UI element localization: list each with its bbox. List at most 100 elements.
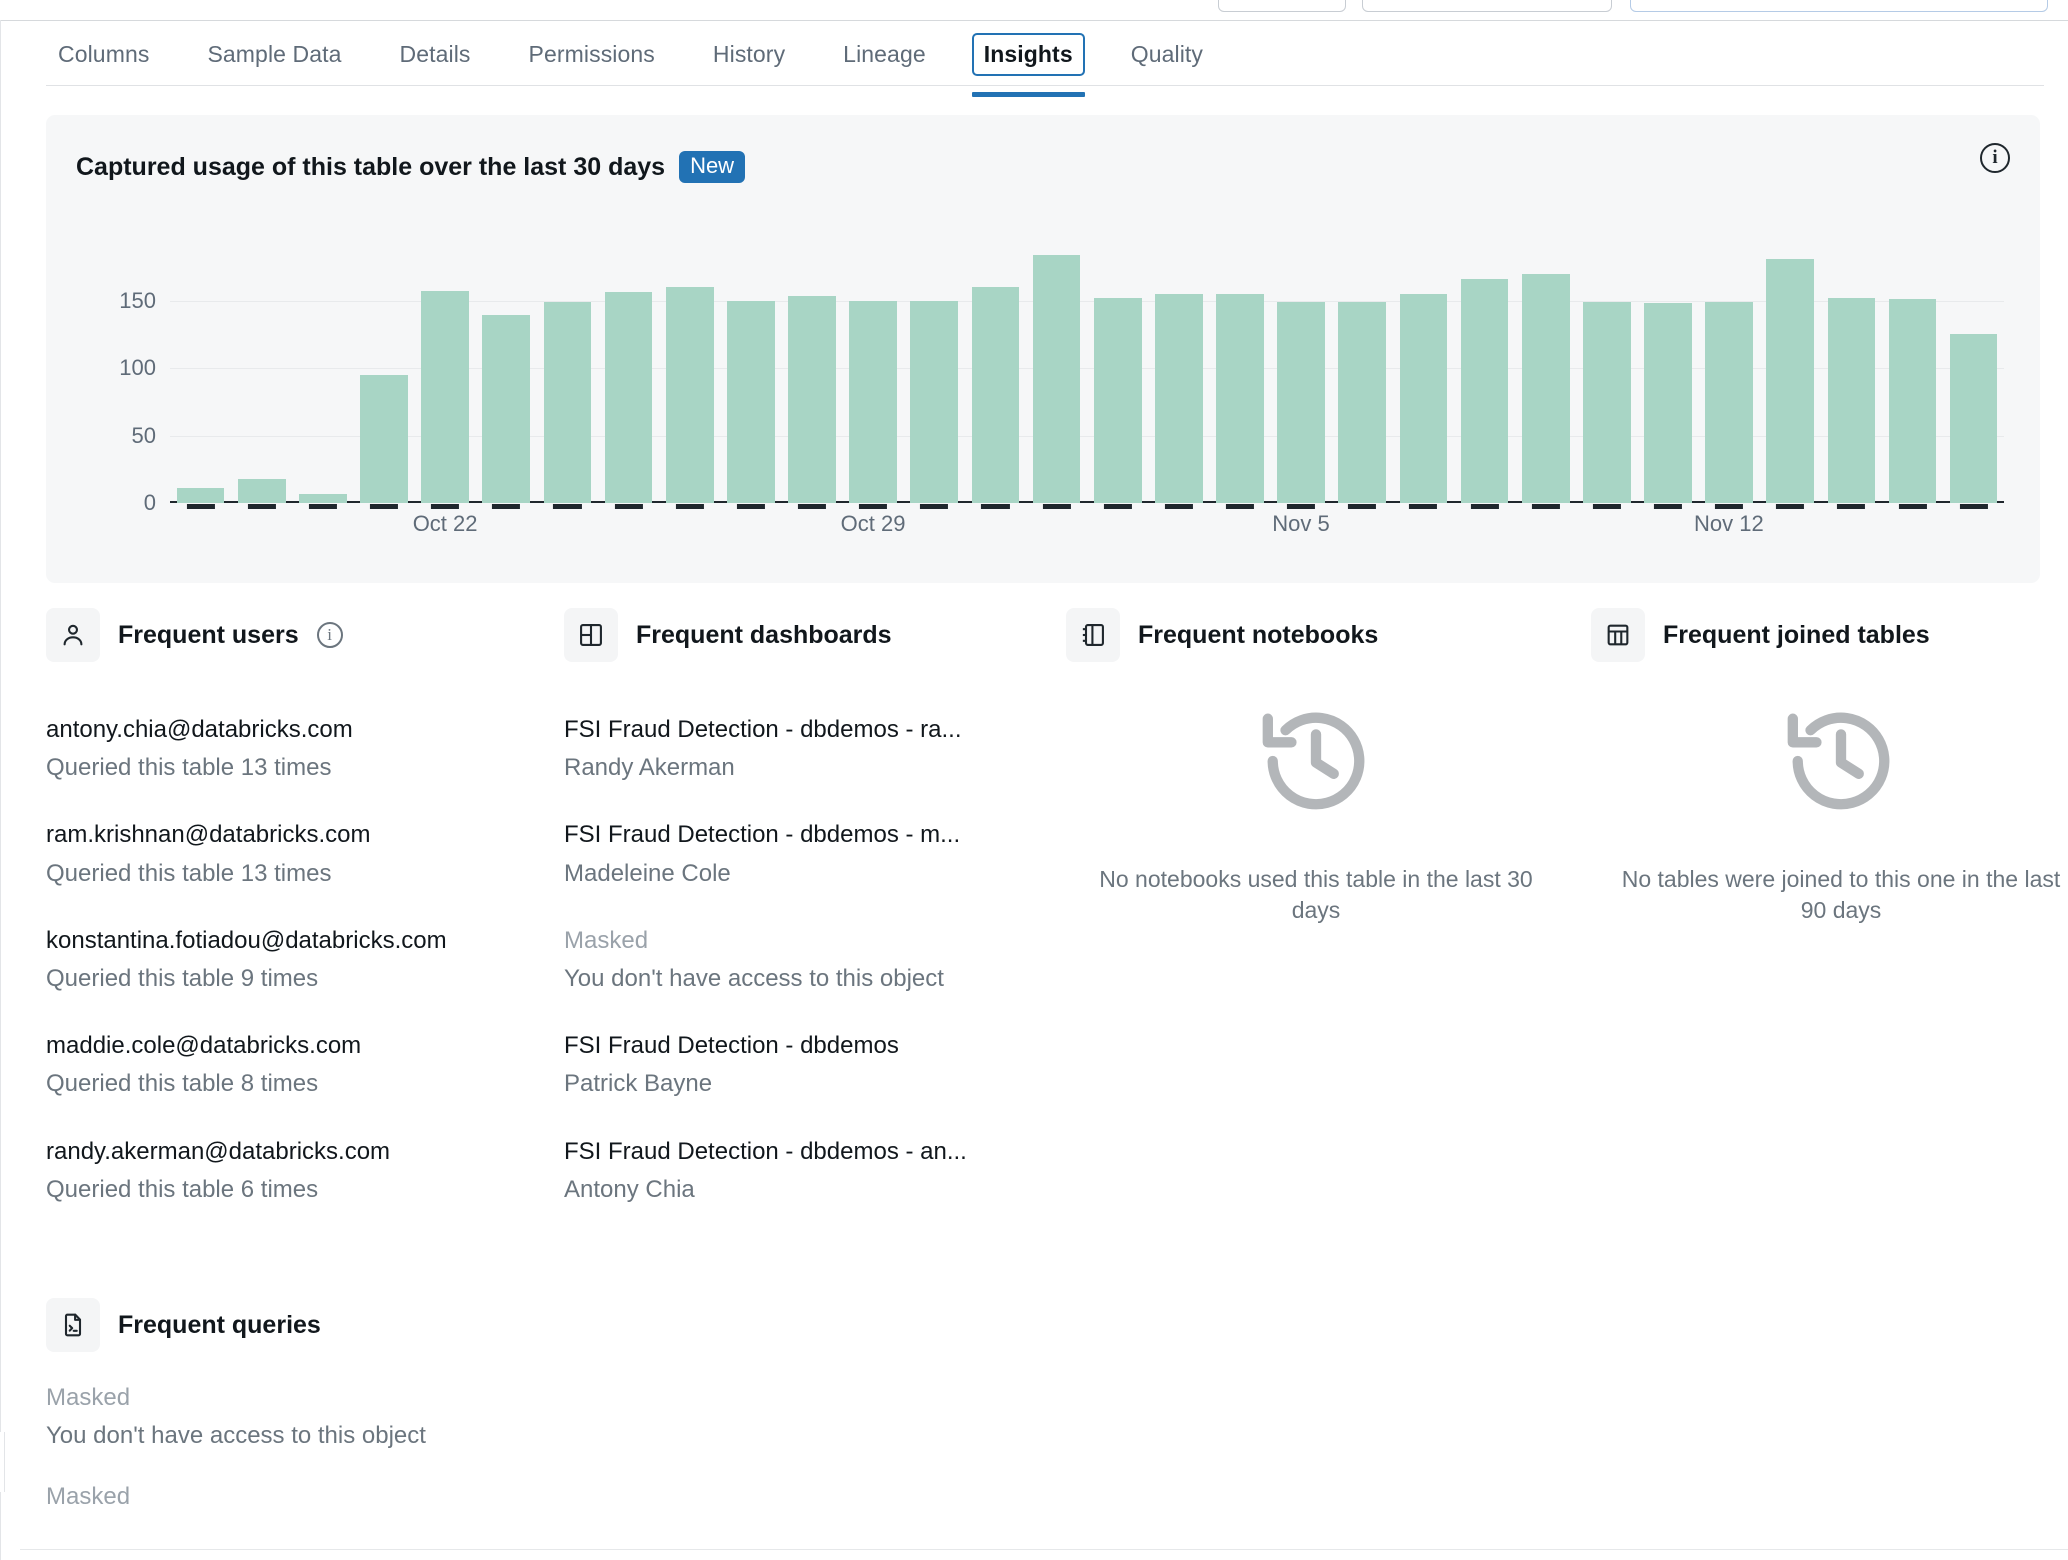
chart-bar-slot[interactable] xyxy=(1148,233,1209,509)
chart-bar[interactable] xyxy=(237,478,286,503)
chart-bar-slot[interactable] xyxy=(1882,233,1943,509)
chart-bar-slot[interactable] xyxy=(781,233,842,509)
toolbar-search-chip[interactable] xyxy=(1630,0,2048,12)
chart-bar-slot[interactable] xyxy=(1576,233,1637,509)
chart-bar[interactable] xyxy=(971,287,1020,503)
frequent-dashboard-item[interactable]: FSI Fraud Detection - dbdemos Patrick Bay… xyxy=(564,1030,1044,1099)
frequent-dashboard-item-primary[interactable]: FSI Fraud Detection - dbdemos - ra... xyxy=(564,714,1044,745)
frequent-user-item[interactable]: konstantina.fotiadou@databricks.com Queri… xyxy=(46,925,546,994)
frequent-user-item-primary[interactable]: ram.krishnan@databricks.com xyxy=(46,819,546,850)
frequent-dashboard-item-primary[interactable]: FSI Fraud Detection - dbdemos - m... xyxy=(564,819,1044,850)
chart-bar[interactable] xyxy=(299,493,347,503)
frequent-dashboard-item[interactable]: FSI Fraud Detection - dbdemos - m... Made… xyxy=(564,819,1044,888)
frequent-user-item[interactable]: randy.akerman@databricks.com Queried this… xyxy=(46,1136,546,1205)
chart-bar[interactable] xyxy=(1582,301,1631,503)
chart-bar-slot[interactable] xyxy=(476,233,537,509)
chart-bar[interactable] xyxy=(543,301,592,503)
frequent-dashboard-item[interactable]: FSI Fraud Detection - dbdemos - an... Ant… xyxy=(564,1136,1044,1205)
chart-bar[interactable] xyxy=(788,296,836,503)
frequent-dashboard-item[interactable]: FSI Fraud Detection - dbdemos - ra... Ran… xyxy=(564,714,1044,783)
chart-bar-slot[interactable] xyxy=(1026,233,1087,509)
tab-lineage[interactable]: Lineage xyxy=(831,33,938,76)
chart-bar[interactable] xyxy=(1827,297,1876,503)
tab-columns[interactable]: Columns xyxy=(46,33,161,76)
chart-bar-slot[interactable] xyxy=(231,233,292,509)
frequent-dashboard-item[interactable]: Masked You don't have access to this obje… xyxy=(564,925,1044,994)
chart-bar-slot[interactable] xyxy=(1699,233,1760,509)
chart-bar[interactable] xyxy=(1338,301,1387,503)
chart-x-tick xyxy=(186,504,215,509)
info-icon[interactable]: i xyxy=(1980,143,2010,173)
chart-bar-slot[interactable] xyxy=(1760,233,1821,509)
frequent-user-item-primary[interactable]: randy.akerman@databricks.com xyxy=(46,1136,546,1167)
frequent-user-item[interactable]: ram.krishnan@databricks.com Queried this … xyxy=(46,819,546,888)
chart-bar-slot[interactable] xyxy=(720,233,781,509)
chart-bar-slot[interactable] xyxy=(1515,233,1576,509)
chart-bar-slot[interactable] xyxy=(353,233,414,509)
frequent-query-item[interactable]: Masked xyxy=(46,1481,1246,1512)
chart-bar[interactable] xyxy=(1705,301,1753,503)
chart-bar-slot[interactable] xyxy=(965,233,1026,509)
chart-bar-slot[interactable] xyxy=(1821,233,1882,509)
chart-bar[interactable] xyxy=(1154,293,1203,503)
info-icon[interactable]: i xyxy=(316,622,343,648)
chart-bar-slot[interactable] xyxy=(1393,233,1454,509)
chart-bar[interactable] xyxy=(726,300,775,503)
tab-details[interactable]: Details xyxy=(388,33,483,76)
frequent-notebooks-empty-state: No notebooks used this table in the last… xyxy=(1066,702,1566,927)
frequent-query-item[interactable]: Masked You don't have access to this obje… xyxy=(46,1382,1246,1451)
chart-bar[interactable] xyxy=(482,315,531,503)
chart-bar-slot[interactable] xyxy=(1209,233,1270,509)
frequent-dashboard-item-primary[interactable]: FSI Fraud Detection - dbdemos xyxy=(564,1030,1044,1061)
chart-bar-slot[interactable] xyxy=(170,233,231,509)
chart-bar[interactable] xyxy=(360,374,408,503)
chart-bar[interactable] xyxy=(910,300,959,503)
toolbar-chip-1[interactable] xyxy=(1218,0,1346,12)
chart-bar-slot[interactable] xyxy=(598,233,659,509)
chart-bar-slot[interactable] xyxy=(1087,233,1148,509)
chart-bar[interactable] xyxy=(1277,301,1325,503)
chart-bar[interactable] xyxy=(1766,258,1815,503)
chart-bar[interactable] xyxy=(1399,293,1448,503)
chart-x-tick xyxy=(920,504,949,509)
tab-history[interactable]: History xyxy=(701,33,797,76)
chart-bar[interactable] xyxy=(1093,297,1142,503)
chart-bar-slot[interactable] xyxy=(1271,233,1332,509)
frequent-dashboard-item-primary[interactable]: FSI Fraud Detection - dbdemos - an... xyxy=(564,1136,1044,1167)
chart-bar-slot[interactable] xyxy=(1637,233,1698,509)
chart-bar[interactable] xyxy=(604,292,653,503)
chart-bar[interactable] xyxy=(665,287,714,503)
chart-bar-slot[interactable] xyxy=(537,233,598,509)
chart-bar[interactable] xyxy=(1644,303,1692,503)
toolbar-chip-2[interactable] xyxy=(1362,0,1612,12)
frequent-user-item-primary[interactable]: maddie.cole@databricks.com xyxy=(46,1030,546,1061)
chart-bar[interactable] xyxy=(421,291,469,503)
frequent-user-item-primary[interactable]: konstantina.fotiadou@databricks.com xyxy=(46,925,546,956)
chart-x-tick xyxy=(1103,504,1132,509)
chart-bar-slot[interactable] xyxy=(1943,233,2004,509)
chart-bar[interactable] xyxy=(1949,334,1998,503)
chart-bar[interactable] xyxy=(1460,278,1509,503)
chart-bar-slot[interactable] xyxy=(1332,233,1393,509)
chart-bar-slot[interactable] xyxy=(843,233,904,509)
chart-bar[interactable] xyxy=(849,300,897,503)
chart-bar-slot[interactable] xyxy=(659,233,720,509)
tab-quality[interactable]: Quality xyxy=(1119,33,1215,76)
chart-bar-slot[interactable] xyxy=(292,233,353,509)
chart-bar-slot[interactable] xyxy=(1454,233,1515,509)
tab-insights[interactable]: Insights xyxy=(971,32,1085,97)
chart-y-tick-label: 50 xyxy=(131,422,156,448)
frequent-user-item[interactable]: antony.chia@databricks.com Queried this t… xyxy=(46,714,546,783)
chart-bar-slot[interactable] xyxy=(904,233,965,509)
chart-bar[interactable] xyxy=(1032,254,1081,503)
frequent-user-item-primary[interactable]: antony.chia@databricks.com xyxy=(46,714,546,745)
chart-bar[interactable] xyxy=(1888,299,1937,503)
dashboard-grid-icon xyxy=(564,608,618,662)
chart-bar-slot[interactable] xyxy=(415,233,476,509)
chart-bar[interactable] xyxy=(1521,273,1570,503)
tab-sample-data[interactable]: Sample Data xyxy=(195,33,353,76)
chart-bar[interactable] xyxy=(1216,293,1264,503)
frequent-user-item[interactable]: maddie.cole@databricks.com Queried this t… xyxy=(46,1030,546,1099)
tab-permissions[interactable]: Permissions xyxy=(517,33,667,76)
chart-bar[interactable] xyxy=(176,488,225,503)
